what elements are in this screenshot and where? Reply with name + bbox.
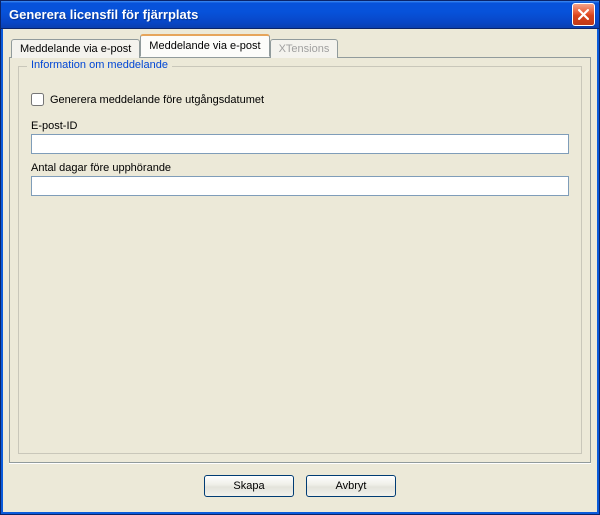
days-before-expiry-input[interactable]: [31, 176, 569, 196]
close-icon: [578, 9, 589, 20]
generate-before-expiry-label[interactable]: Generera meddelande före utgångsdatumet: [50, 94, 264, 106]
tabstrip: Meddelande via e-post Meddelande via e-p…: [11, 35, 591, 57]
cancel-button[interactable]: Avbryt: [306, 475, 396, 497]
tab-notification-1[interactable]: Meddelande via e-post: [11, 39, 140, 58]
tab-xtensions[interactable]: XTensions: [270, 39, 339, 58]
email-id-input[interactable]: [31, 134, 569, 154]
days-before-expiry-label: Antal dagar före upphörande: [31, 162, 569, 174]
tab-notification-2[interactable]: Meddelande via e-post: [140, 34, 269, 57]
create-button[interactable]: Skapa: [204, 475, 294, 497]
tab-label: XTensions: [279, 43, 330, 55]
titlebar: Generera licensfil för fjärrplats: [1, 1, 599, 29]
window-title: Generera licensfil för fjärrplats: [9, 7, 572, 22]
tab-label: Meddelande via e-post: [20, 43, 131, 55]
close-button[interactable]: [572, 3, 595, 26]
group-legend: Information om meddelande: [27, 59, 172, 71]
group-notification-info: Information om meddelande Generera medde…: [18, 66, 582, 454]
dialog-window: Generera licensfil för fjärrplats Meddel…: [0, 0, 600, 515]
generate-before-expiry-checkbox[interactable]: [31, 93, 44, 106]
button-bar: Skapa Avbryt: [9, 463, 591, 506]
checkbox-row-generate-before-expiry: Generera meddelande före utgångsdatumet: [31, 93, 569, 106]
tab-label: Meddelande via e-post: [149, 40, 260, 52]
tab-panel: Information om meddelande Generera medde…: [9, 57, 591, 463]
client-area: Meddelande via e-post Meddelande via e-p…: [1, 29, 599, 514]
email-id-label: E-post-ID: [31, 120, 569, 132]
